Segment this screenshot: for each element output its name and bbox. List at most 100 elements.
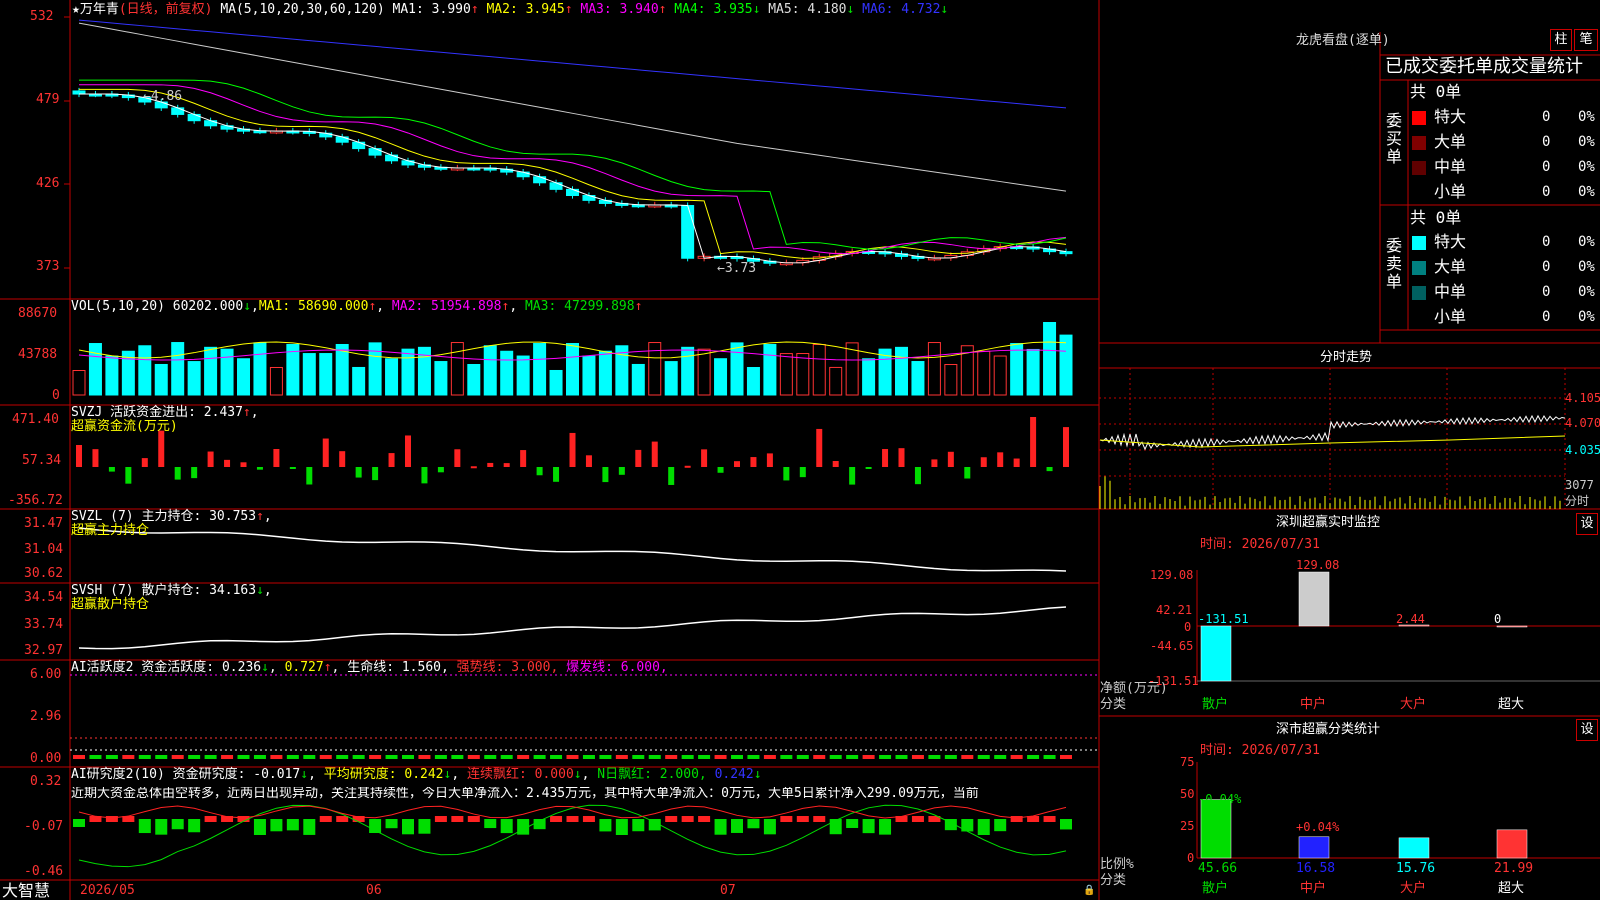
research-bar — [73, 819, 85, 827]
high-annotation: ←4.86 — [143, 89, 183, 104]
vol-tick: 0 — [52, 388, 60, 403]
flow-bar — [437, 467, 444, 473]
activity-bar — [846, 755, 859, 759]
price-tick: 426 — [36, 176, 60, 191]
row-pct: 0% — [1578, 134, 1595, 150]
svzj-tick: 57.34 — [22, 453, 62, 468]
ai-research-chart[interactable] — [73, 804, 1072, 868]
flow-bar — [520, 450, 527, 467]
monitor-bar — [1298, 571, 1330, 627]
volume-bar — [779, 353, 793, 396]
research-bar — [599, 819, 612, 832]
capital-flow-chart[interactable] — [76, 417, 1069, 485]
bar-mode-button[interactable]: 柱 — [1550, 29, 1572, 51]
retail-position-chart[interactable] — [78, 606, 1067, 650]
ma-value: MA6: 4.732↓ — [854, 2, 949, 17]
classify-tick: 0 — [1187, 851, 1195, 865]
activity-bar — [237, 755, 250, 759]
main-position-chart[interactable] — [78, 527, 1067, 572]
volume-bar — [319, 353, 333, 396]
flow-bar — [125, 467, 132, 484]
flow-bar — [224, 459, 231, 467]
volume-bar — [483, 345, 497, 396]
row-label: 中单 — [1434, 157, 1467, 176]
research-bar — [1043, 816, 1056, 822]
monitor-value: -131.51 — [1198, 612, 1249, 626]
intraday-vol-tick: 3077 — [1565, 478, 1594, 492]
classify-category: 散户 — [1202, 881, 1229, 896]
flow-bar — [964, 467, 971, 479]
intraday-title: 分时走势 — [1320, 350, 1373, 365]
volume-bar — [977, 350, 991, 396]
volume-bar — [401, 348, 415, 396]
flow-bar — [503, 463, 510, 467]
buy-total: 共 0单 — [1410, 82, 1462, 101]
volume-bar — [269, 366, 283, 396]
classify-bar — [1298, 836, 1330, 859]
ai-research-comment: 近期大资金总体由空转多，近两日出现异动，关注其持续性，今日大单净流入：2.435… — [71, 787, 979, 801]
research-bar — [911, 816, 924, 822]
svzl-tick: 30.62 — [24, 566, 64, 581]
ai-activity-chart[interactable] — [70, 674, 1099, 759]
volume-bar — [138, 345, 152, 396]
volume-bar — [598, 350, 612, 396]
flow-bar — [240, 462, 247, 467]
row-count: 0 — [1542, 309, 1551, 325]
flow-bar — [635, 449, 642, 467]
ai-activity-tick: 0.00 — [30, 751, 62, 766]
activity-bar — [763, 755, 776, 759]
monitor-ylabel: 净额(万元) — [1100, 681, 1168, 696]
activity-bar — [566, 755, 579, 759]
row-count: 0 — [1542, 159, 1551, 175]
activity-bar — [780, 755, 793, 759]
candlestick-chart[interactable] — [72, 19, 1073, 267]
tick-mode-button[interactable]: 笔 — [1574, 29, 1598, 51]
activity-bar — [171, 755, 184, 759]
research-bar — [1010, 816, 1023, 822]
flow-bar — [668, 467, 675, 485]
volume-bar — [1059, 334, 1073, 396]
row-count: 0 — [1542, 134, 1551, 150]
research-bar — [796, 816, 809, 822]
flow-bar — [684, 465, 691, 468]
flow-bar — [536, 467, 543, 476]
activity-bar — [484, 755, 497, 759]
activity-bar — [451, 755, 464, 759]
intraday-chart[interactable] — [1099, 368, 1566, 509]
research-bar — [747, 819, 760, 829]
flow-bar — [734, 461, 740, 467]
color-swatch — [1412, 111, 1426, 125]
volume-bar — [1043, 322, 1057, 396]
volume-bar — [237, 358, 250, 396]
volume-bar — [220, 348, 234, 396]
research-bar — [615, 819, 628, 835]
volume-bar — [746, 367, 760, 396]
flow-bar — [141, 458, 148, 467]
classify-settings-button[interactable]: 设 — [1576, 719, 1598, 741]
row-label: 大单 — [1434, 132, 1467, 151]
research-bar — [681, 816, 694, 822]
period-label[interactable]: (日线，前复权) — [119, 2, 213, 17]
lock-icon[interactable]: 🔒 — [1083, 884, 1095, 898]
classify-bar-chart — [1196, 762, 1600, 859]
volume-bar — [1026, 348, 1040, 396]
row-pct: 0% — [1578, 234, 1595, 250]
svzl-tick: 31.47 — [24, 516, 64, 531]
favorite-star-icon[interactable]: ★ — [72, 2, 80, 17]
research-bar — [1060, 819, 1072, 830]
research-bar — [171, 819, 184, 830]
research-bar — [286, 819, 299, 831]
research-bar — [188, 819, 201, 833]
volume-chart[interactable] — [72, 322, 1073, 396]
volume-bar — [763, 343, 777, 396]
monitor-tick: -44.65 — [1150, 639, 1194, 653]
volume-bar — [467, 364, 481, 396]
activity-bar — [73, 755, 85, 759]
flow-bar — [553, 467, 560, 482]
activity-bar — [517, 755, 530, 759]
classify-xlabel: 分类 — [1100, 873, 1127, 888]
monitor-settings-button[interactable]: 设 — [1576, 513, 1598, 535]
research-bar — [270, 819, 283, 832]
color-swatch — [1412, 161, 1426, 175]
research-bar — [451, 816, 464, 822]
